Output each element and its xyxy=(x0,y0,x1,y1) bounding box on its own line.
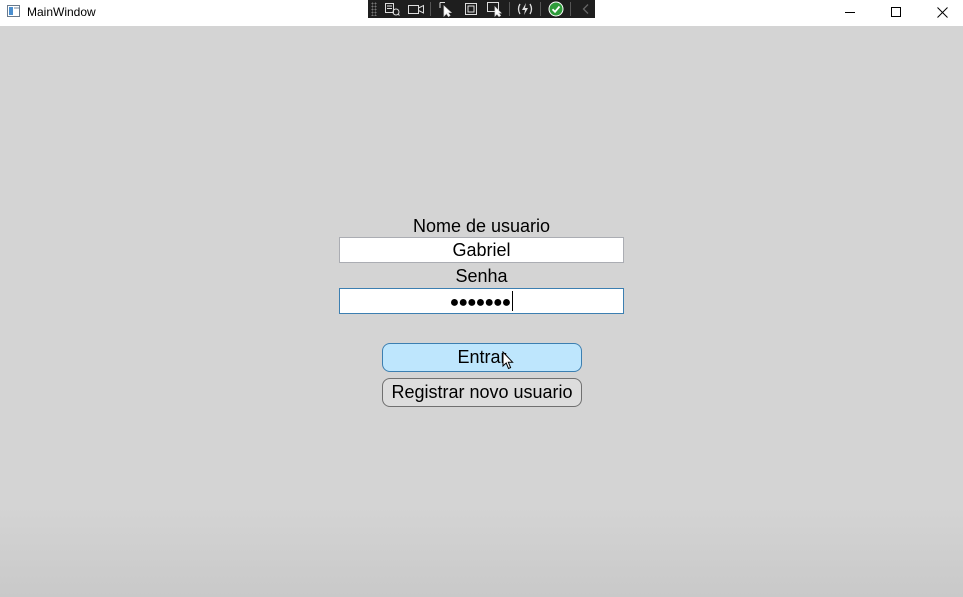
hot-reload-icon[interactable] xyxy=(516,1,534,17)
collapse-arrow-icon[interactable] xyxy=(577,1,595,17)
grip-icon[interactable] xyxy=(371,2,377,16)
username-label: Nome de usuario xyxy=(412,216,551,236)
minimize-button[interactable] xyxy=(827,0,873,24)
app-icon xyxy=(7,5,20,17)
main-window: MainWindow Nome de usuario Gabriel Senha… xyxy=(0,0,963,597)
toolbar-separator xyxy=(430,2,432,16)
record-icon[interactable] xyxy=(407,1,425,17)
client-area: Nome de usuario Gabriel Senha ●●●●●●● En… xyxy=(0,26,963,597)
check-icon[interactable] xyxy=(546,1,564,17)
toolbar-separator xyxy=(569,2,571,16)
password-label: Senha xyxy=(455,266,508,286)
window-title: MainWindow xyxy=(27,5,96,19)
password-mask: ●●●●●●● xyxy=(449,294,512,311)
title-bar[interactable]: MainWindow xyxy=(0,0,963,26)
toolbar-separator xyxy=(509,2,511,16)
maximize-icon xyxy=(891,7,901,17)
maximize-button[interactable] xyxy=(873,0,919,24)
password-input[interactable]: ●●●●●●● xyxy=(339,288,624,314)
minimize-icon xyxy=(845,12,855,13)
username-input[interactable]: Gabriel xyxy=(339,237,624,263)
close-button[interactable] xyxy=(919,0,963,24)
mouse-pointer-icon xyxy=(502,351,514,370)
register-button[interactable]: Registrar novo usuario xyxy=(382,378,582,407)
layout-adorners-icon[interactable] xyxy=(462,1,480,17)
select-element-icon[interactable] xyxy=(437,1,455,17)
live-tree-icon[interactable] xyxy=(383,1,401,17)
toolbar-separator xyxy=(539,2,541,16)
debug-toolbar xyxy=(368,0,595,18)
close-icon xyxy=(936,6,948,18)
enter-button[interactable]: Entrar xyxy=(382,343,582,372)
track-focus-icon[interactable] xyxy=(486,1,504,17)
text-caret xyxy=(512,291,514,311)
